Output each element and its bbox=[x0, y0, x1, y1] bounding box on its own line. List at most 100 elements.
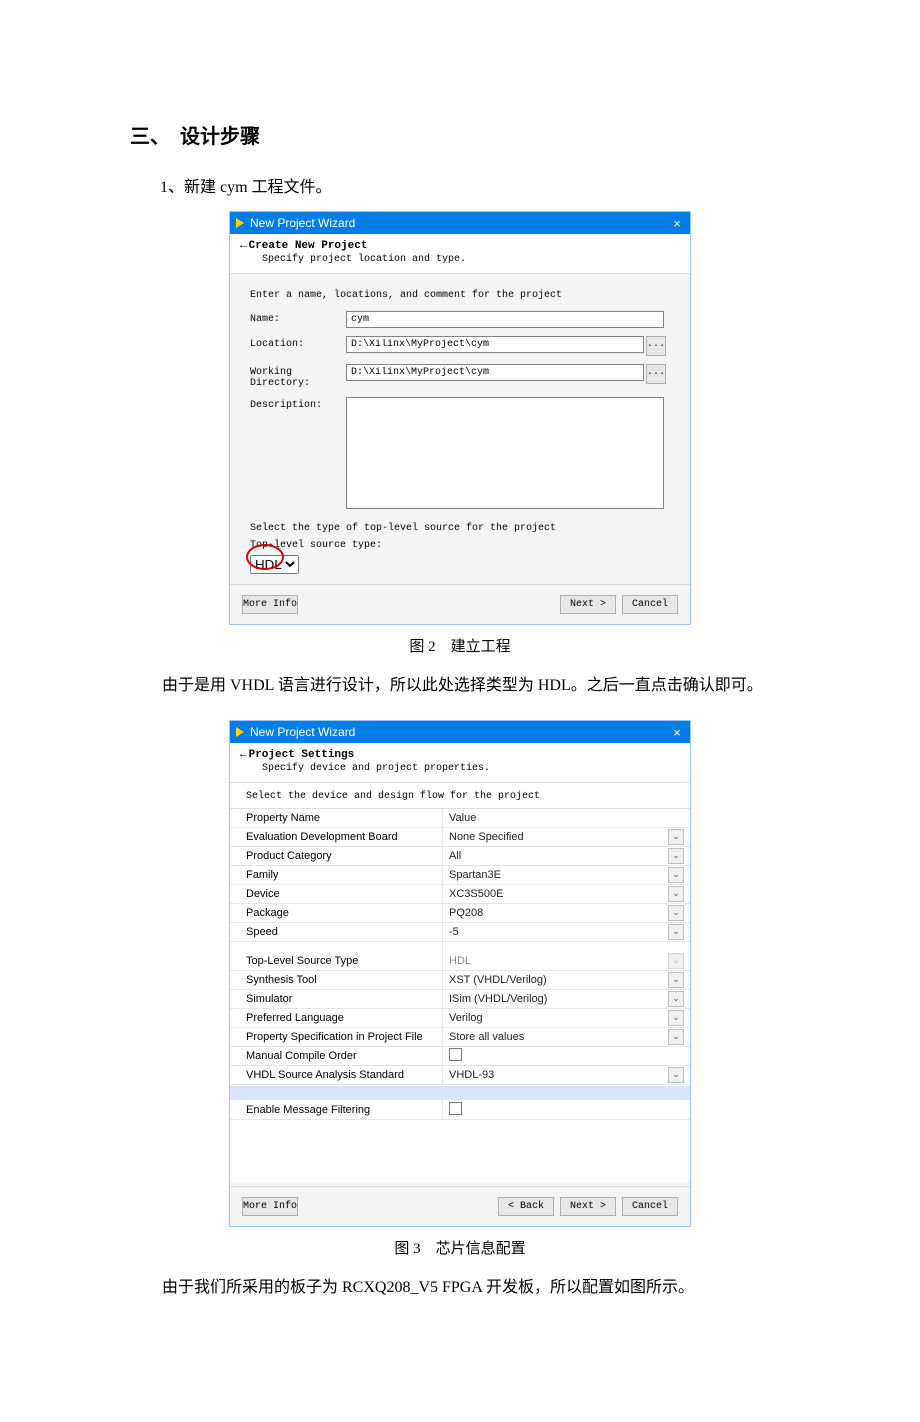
combo-value[interactable]: ISim (VHDL/Verilog) bbox=[449, 993, 664, 1005]
property-name: Synthesis Tool bbox=[230, 971, 443, 990]
subheader-title: Create New Project bbox=[249, 240, 368, 252]
more-info-button[interactable]: More Info bbox=[242, 595, 298, 614]
title-bar-2: New Project Wizard × bbox=[230, 721, 690, 743]
browse-working-dir-button[interactable]: ... bbox=[646, 364, 666, 384]
chevron-down-icon[interactable]: ⌄ bbox=[668, 991, 684, 1007]
combo-value[interactable]: XC3S500E bbox=[449, 888, 664, 900]
paragraph-1: 由于是用 VHDL 语言进行设计，所以此处选择类型为 HDL。之后一直点击确认即… bbox=[130, 670, 790, 702]
chevron-down-icon[interactable]: ⌄ bbox=[668, 1029, 684, 1045]
chevron-down-icon[interactable]: ⌄ bbox=[668, 829, 684, 845]
top-level-source-type-select[interactable]: HDL bbox=[250, 555, 299, 574]
paragraph-2: 由于我们所采用的板子为 RCXQ208_V5 FPGA 开发板，所以配置如图所示… bbox=[130, 1272, 790, 1304]
combo-value[interactable]: None Specified bbox=[449, 831, 664, 843]
combo-value[interactable]: VHDL-93 bbox=[449, 1069, 664, 1081]
back-arrow-icon[interactable]: ← bbox=[240, 240, 247, 252]
step-1-text: 1、新建 cym 工程文件。 bbox=[160, 173, 790, 197]
figure-3-caption: 图 3 芯片信息配置 bbox=[130, 1237, 790, 1258]
back-arrow-icon[interactable]: ← bbox=[240, 749, 247, 761]
new-project-wizard-window-2: New Project Wizard × ←Project Settings S… bbox=[229, 720, 691, 1227]
button-bar-2: More Info < Back Next > Cancel bbox=[230, 1186, 690, 1226]
property-name: Preferred Language bbox=[230, 1009, 443, 1028]
property-name: Property Name bbox=[230, 809, 443, 828]
property-value[interactable]: -5 ⌄ bbox=[443, 923, 691, 942]
property-value[interactable]: VHDL-93 ⌄ bbox=[443, 1066, 691, 1085]
chevron-down-icon[interactable]: ⌄ bbox=[668, 867, 684, 883]
property-value[interactable]: HDL ⌄ bbox=[443, 952, 691, 971]
combo-value[interactable]: Spartan3E bbox=[449, 869, 664, 881]
selection-highlight bbox=[230, 1086, 690, 1100]
intro-text: Enter a name, locations, and comment for… bbox=[250, 290, 676, 301]
property-name: Family bbox=[230, 866, 443, 885]
property-value[interactable]: PQ208 ⌄ bbox=[443, 904, 691, 923]
source-type-label: Top-level source type: bbox=[250, 540, 676, 551]
cancel-button[interactable]: Cancel bbox=[622, 1197, 678, 1216]
subheader-subtitle: Specify project location and type. bbox=[262, 254, 680, 265]
property-name: Enable Message Filtering bbox=[230, 1101, 443, 1120]
chevron-down-icon[interactable]: ⌄ bbox=[668, 848, 684, 864]
property-name: Device bbox=[230, 885, 443, 904]
chevron-down-icon[interactable]: ⌄ bbox=[668, 972, 684, 988]
property-value: Value bbox=[443, 809, 691, 828]
subheader-title-2: Project Settings bbox=[249, 749, 355, 761]
property-value[interactable] bbox=[443, 1047, 691, 1066]
property-value[interactable]: Store all values ⌄ bbox=[443, 1028, 691, 1047]
combo-value[interactable]: XST (VHDL/Verilog) bbox=[449, 974, 664, 986]
checkbox[interactable] bbox=[449, 1102, 462, 1115]
combo-value[interactable]: HDL bbox=[449, 955, 664, 967]
chevron-down-icon[interactable]: ⌄ bbox=[668, 1067, 684, 1083]
next-button[interactable]: Next > bbox=[560, 1197, 616, 1216]
next-button[interactable]: Next > bbox=[560, 595, 616, 614]
source-type-intro: Select the type of top-level source for … bbox=[250, 523, 676, 534]
wizard-subheader: ←Create New Project Specify project loca… bbox=[230, 234, 690, 274]
combo-value[interactable]: Verilog bbox=[449, 1012, 664, 1024]
property-value[interactable]: XST (VHDL/Verilog) ⌄ bbox=[443, 971, 691, 990]
description-textarea[interactable] bbox=[346, 397, 664, 509]
combo-value[interactable]: Store all values bbox=[449, 1031, 664, 1043]
property-name: Simulator bbox=[230, 990, 443, 1009]
wizard-subheader-2: ←Project Settings Specify device and pro… bbox=[230, 743, 690, 783]
project-settings-table: Property NameValueEvaluation Development… bbox=[230, 809, 690, 1182]
chevron-down-icon[interactable]: ⌄ bbox=[668, 905, 684, 921]
property-name: Product Category bbox=[230, 847, 443, 866]
figure-2-caption: 图 2 建立工程 bbox=[130, 635, 790, 656]
property-value[interactable]: Spartan3E ⌄ bbox=[443, 866, 691, 885]
property-value[interactable]: Verilog ⌄ bbox=[443, 1009, 691, 1028]
more-info-button[interactable]: More Info bbox=[242, 1197, 298, 1216]
title-bar: New Project Wizard × bbox=[230, 212, 690, 234]
property-value[interactable]: XC3S500E ⌄ bbox=[443, 885, 691, 904]
working-directory-label: Working Directory: bbox=[250, 364, 346, 389]
chevron-down-icon[interactable]: ⌄ bbox=[668, 1010, 684, 1026]
browse-location-button[interactable]: ... bbox=[646, 336, 666, 356]
location-input[interactable] bbox=[346, 336, 644, 353]
property-value[interactable]: All ⌄ bbox=[443, 847, 691, 866]
window-title: New Project Wizard bbox=[250, 216, 664, 230]
subheader-subtitle-2: Specify device and project properties. bbox=[262, 763, 680, 774]
property-name: Manual Compile Order bbox=[230, 1047, 443, 1066]
location-label: Location: bbox=[250, 336, 346, 350]
cancel-button[interactable]: Cancel bbox=[622, 595, 678, 614]
property-value[interactable]: ISim (VHDL/Verilog) ⌄ bbox=[443, 990, 691, 1009]
close-icon[interactable]: × bbox=[664, 725, 690, 740]
property-name: Evaluation Development Board bbox=[230, 828, 443, 847]
working-directory-input[interactable] bbox=[346, 364, 644, 381]
back-button[interactable]: < Back bbox=[498, 1197, 554, 1216]
close-icon[interactable]: × bbox=[664, 216, 690, 231]
property-name: Package bbox=[230, 904, 443, 923]
name-label: Name: bbox=[250, 311, 346, 325]
chevron-down-icon[interactable]: ⌄ bbox=[668, 886, 684, 902]
window-title-2: New Project Wizard bbox=[250, 725, 664, 739]
combo-value[interactable]: All bbox=[449, 850, 664, 862]
combo-value[interactable]: PQ208 bbox=[449, 907, 664, 919]
new-project-wizard-window-1: New Project Wizard × ←Create New Project… bbox=[229, 211, 691, 625]
name-input[interactable] bbox=[346, 311, 664, 328]
property-value[interactable]: None Specified ⌄ bbox=[443, 828, 691, 847]
chevron-down-icon[interactable]: ⌄ bbox=[668, 924, 684, 940]
property-name: VHDL Source Analysis Standard bbox=[230, 1066, 443, 1085]
property-name: Speed bbox=[230, 923, 443, 942]
chevron-down-icon: ⌄ bbox=[668, 953, 684, 969]
property-value[interactable] bbox=[443, 1101, 691, 1120]
checkbox[interactable] bbox=[449, 1048, 462, 1061]
intro-text-2: Select the device and design flow for th… bbox=[230, 783, 690, 809]
combo-value[interactable]: -5 bbox=[449, 926, 664, 938]
wizard-icon bbox=[236, 218, 244, 228]
